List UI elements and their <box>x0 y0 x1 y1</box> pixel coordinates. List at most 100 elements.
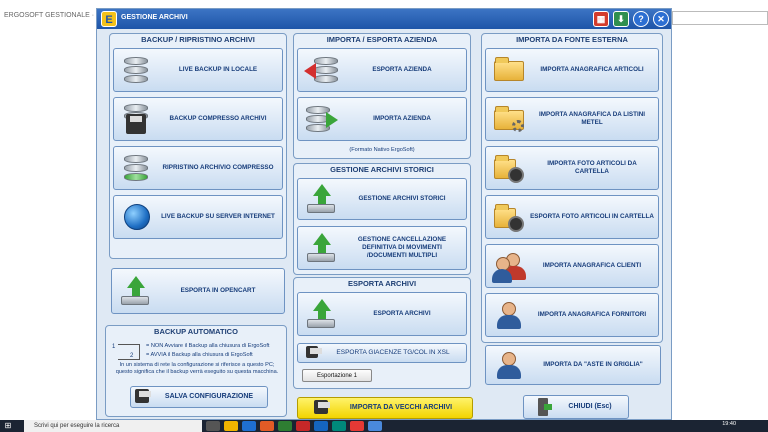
folder-film-icon <box>492 151 526 185</box>
window-titlebar: E GESTIONE ARCHIVI ▦ ⬇ ? ✕ <box>97 9 671 29</box>
save-icon <box>314 400 330 416</box>
screen: ERGOSOFT GESTIONALE · "II S E GESTIONE A… <box>0 0 768 432</box>
users-icon <box>492 249 526 283</box>
folder-film-icon <box>492 200 526 234</box>
chiudi-button[interactable]: CHIUDI (Esc) <box>523 395 629 419</box>
toggle-legend-icon: 12 <box>112 344 140 360</box>
esporta-archivi-panel: ESPORTA ARCHIVI ESPORTA ARCHIVI ESPORTA … <box>293 277 471 389</box>
button-label: IMPORTA DA "ASTE IN GRIGLIA" <box>543 361 643 368</box>
esportazione-1-button[interactable]: Esportazione 1 <box>302 369 372 382</box>
exit-door-icon <box>536 398 552 416</box>
live-backup-locale-button[interactable]: LIVE BACKUP IN LOCALE <box>113 48 283 92</box>
button-label: RIPRISTINO ARCHIVIO COMPRESSO <box>162 164 274 171</box>
backup-automatico-title: BACKUP AUTOMATICO <box>154 327 238 336</box>
backup-compresso-button[interactable]: BACKUP COMPRESSO ARCHIVI <box>113 97 283 141</box>
save-icon <box>135 389 151 405</box>
windows-taskbar: ⊞ Scrivi qui per eseguire la ricerca 19:… <box>0 420 768 432</box>
esporta-archivi-title: ESPORTA ARCHIVI <box>347 279 417 288</box>
fonte-esterna-panel: IMPORTA DA FONTE ESTERNA IMPORTA ANAGRAF… <box>481 33 663 343</box>
network-note: In un sistema di rete la configurazione … <box>115 362 279 375</box>
task-view-icon[interactable] <box>206 421 220 431</box>
file-explorer-icon[interactable] <box>224 421 238 431</box>
button-label: IMPORTA ANAGRAFICA ARTICOLI <box>540 66 644 73</box>
database-import-icon <box>304 102 338 136</box>
esporta-azienda-button[interactable]: ESPORTA AZIENDA <box>297 48 467 92</box>
importa-vecchi-archivi-button[interactable]: IMPORTA DA VECCHI ARCHIVI <box>297 397 473 419</box>
database-export-icon <box>304 53 338 87</box>
button-label: IMPORTA FOTO ARTICOLI DA CARTELLA <box>547 160 637 175</box>
esporta-foto-articoli-button[interactable]: ESPORTA FOTO ARTICOLI IN CARTELLA <box>485 195 659 239</box>
button-label: ESPORTA AZIENDA <box>372 66 432 73</box>
button-label: SALVA CONFIGURAZIONE <box>164 393 254 400</box>
database-floppy-icon <box>120 102 154 136</box>
button-label: ESPORTA IN OPENCART <box>180 287 256 294</box>
button-label: IMPORTA ANAGRAFICA FORNITORI <box>537 311 647 318</box>
importa-azienda-button[interactable]: IMPORTA AZIENDA <box>297 97 467 141</box>
database-restore-icon <box>120 151 154 185</box>
background-window-field <box>672 11 768 25</box>
importa-listini-metel-button[interactable]: IMPORTA ANAGRAFICA DA LISTINI METEL <box>485 97 659 141</box>
button-label: IMPORTA ANAGRAFICA CLIENTI <box>542 262 642 269</box>
gestione-archivi-storici-button[interactable]: GESTIONE ARCHIVI STORICI <box>297 178 467 220</box>
background-window-title: ERGOSOFT GESTIONALE · "II S <box>4 12 110 19</box>
upload-tray-icon <box>118 274 152 308</box>
button-label: IMPORTA AZIENDA <box>373 115 431 122</box>
globe-icon <box>120 200 154 234</box>
button-label: IMPORTA ANAGRAFICA DA LISTINI METEL <box>539 111 645 126</box>
upload-tray-icon <box>304 297 338 331</box>
salva-configurazione-button[interactable]: SALVA CONFIGURAZIONE <box>130 386 268 408</box>
edge-icon[interactable] <box>242 421 256 431</box>
app-icon[interactable] <box>368 421 382 431</box>
download-icon[interactable]: ⬇ <box>613 11 629 27</box>
excel-icon[interactable] <box>278 421 292 431</box>
button-label: GESTIONE ARCHIVI STORICI <box>358 195 446 202</box>
esporta-giacenze-button[interactable]: ESPORTA GIACENZE TG/COL IN XSL <box>297 343 467 363</box>
cancellazione-definitiva-button[interactable]: GESTIONE CANCELLAZIONE DEFINITIVA DI MOV… <box>297 226 467 270</box>
importa-anagrafica-clienti-button[interactable]: IMPORTA ANAGRAFICA CLIENTI <box>485 244 659 288</box>
importa-aste-griglia-button[interactable]: IMPORTA DA "ASTE IN GRIGLIA" <box>485 345 661 385</box>
legend-avvia: = AVVIA il Backup alla chiusura di ErgoS… <box>146 352 253 358</box>
window-title: GESTIONE ARCHIVI <box>121 14 188 21</box>
importa-anagrafica-fornitori-button[interactable]: IMPORTA ANAGRAFICA FORNITORI <box>485 293 659 337</box>
button-label: ESPORTA ARCHIVI <box>373 310 431 317</box>
folder-icon <box>492 53 526 87</box>
upload-tray-icon <box>304 182 338 216</box>
upload-tray-icon <box>304 231 338 265</box>
esporta-opencart-button[interactable]: ESPORTA IN OPENCART <box>111 268 285 314</box>
esporta-archivi-button[interactable]: ESPORTA ARCHIVI <box>297 292 467 336</box>
help-icon[interactable]: ? <box>633 11 649 27</box>
formato-nativo-note: (Formato Nativo ErgoSoft) <box>349 147 415 153</box>
button-label: IMPORTA DA VECCHI ARCHIVI <box>349 404 453 411</box>
importa-esporta-azienda-panel: IMPORTA / ESPORTA AZIENDA ESPORTA AZIEND… <box>293 33 471 159</box>
button-label: GESTIONE CANCELLAZIONE DEFINITIVA DI MOV… <box>357 236 447 259</box>
importa-foto-articoli-button[interactable]: IMPORTA FOTO ARTICOLI DA CARTELLA <box>485 146 659 190</box>
button-label: LIVE BACKUP SU SERVER INTERNET <box>161 213 275 220</box>
chrome-icon[interactable] <box>350 421 364 431</box>
windows-start-icon[interactable]: ⊞ <box>0 420 16 432</box>
user-icon <box>492 298 526 332</box>
importa-anagrafica-articoli-button[interactable]: IMPORTA ANAGRAFICA ARTICOLI <box>485 48 659 92</box>
fonte-esterna-title: IMPORTA DA FONTE ESTERNA <box>516 35 628 44</box>
legend-non-avviare: = NON Avviare il Backup alla chiusura di… <box>146 343 270 349</box>
importa-esporta-title: IMPORTA / ESPORTA AZIENDA <box>326 35 438 44</box>
button-label: ESPORTA FOTO ARTICOLI IN CARTELLA <box>530 213 654 220</box>
app-icon[interactable] <box>296 421 310 431</box>
button-label: LIVE BACKUP IN LOCALE <box>178 66 258 73</box>
calculator-icon[interactable]: ▦ <box>593 11 609 27</box>
app-icon[interactable] <box>260 421 274 431</box>
button-label: BACKUP COMPRESSO ARCHIVI <box>169 115 267 122</box>
backup-panel-title: BACKUP / RIPRISTINO ARCHIVI <box>141 35 255 44</box>
gestione-archivi-window: E GESTIONE ARCHIVI ▦ ⬇ ? ✕ BACKUP / RIPR… <box>96 8 672 420</box>
word-icon[interactable] <box>314 421 328 431</box>
app-icon[interactable] <box>332 421 346 431</box>
live-backup-server-button[interactable]: LIVE BACKUP SU SERVER INTERNET <box>113 195 283 239</box>
archivi-storici-panel: GESTIONE ARCHIVI STORICI GESTIONE ARCHIV… <box>293 163 471 275</box>
close-icon[interactable]: ✕ <box>653 11 669 27</box>
folder-gear-icon <box>492 102 526 136</box>
button-label: ESPORTA GIACENZE TG/COL IN XSL <box>336 349 450 356</box>
save-icon <box>306 346 322 360</box>
archivi-storici-title: GESTIONE ARCHIVI STORICI <box>330 165 434 174</box>
taskbar-search-input[interactable]: Scrivi qui per eseguire la ricerca <box>24 420 202 432</box>
ripristino-archivio-button[interactable]: RIPRISTINO ARCHIVIO COMPRESSO <box>113 146 283 190</box>
database-icon <box>120 53 154 87</box>
